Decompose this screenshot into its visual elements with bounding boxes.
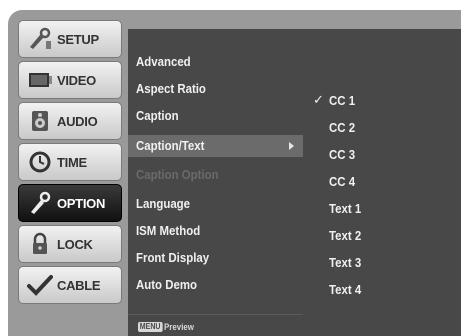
submenu-item-cc2[interactable]: CC 2 [329,120,355,135]
menu-divider [128,314,303,315]
submenu-item-text4[interactable]: Text 4 [329,282,361,297]
tab-setup-label: SETUP [57,31,99,47]
menu-item-front-display[interactable]: Front Display [136,250,209,265]
tab-audio[interactable]: AUDIO [18,102,122,140]
menu-item-aspect-ratio[interactable]: Aspect Ratio [136,81,206,96]
menu-key-badge: MENU [138,322,163,332]
tv-menu-screen: SETUP VIDEO AUDIO TIME OPTION LOCK CABLE… [8,10,461,336]
menu-item-caption[interactable]: Caption [136,108,179,123]
submenu-item-text1[interactable]: Text 1 [329,201,361,216]
menu-item-language[interactable]: Language [136,196,190,211]
preview-label: Preview [164,322,194,332]
submenu-item-text2[interactable]: Text 2 [329,228,361,243]
lock-icon [23,229,57,259]
tab-cable-label: CABLE [57,277,101,293]
tab-audio-label: AUDIO [57,113,98,129]
cable-icon [23,270,57,300]
audio-icon [23,106,57,136]
submenu-item-cc1[interactable]: CC 1 [329,93,355,108]
video-icon [23,65,57,95]
tab-option-label: OPTION [57,195,106,211]
tab-option[interactable]: OPTION [18,184,122,222]
submenu-item-text3[interactable]: Text 3 [329,255,361,270]
caption-text-submenu: ✓ CC 1 CC 2 CC 3 CC 4 Text 1 Text 2 Text… [303,29,461,336]
menu-item-ism-method[interactable]: ISM Method [136,223,200,238]
tab-lock[interactable]: LOCK [18,225,122,263]
category-tabs: SETUP VIDEO AUDIO TIME OPTION LOCK CABLE [18,20,122,307]
setup-icon [23,24,57,54]
menu-item-caption-text[interactable]: Caption/Text [136,138,204,153]
tab-lock-label: LOCK [57,236,93,252]
tab-cable[interactable]: CABLE [18,266,122,304]
menu-item-advanced[interactable]: Advanced [136,54,191,69]
tab-video[interactable]: VIDEO [18,61,122,99]
menu-item-caption-option: Caption Option [136,167,219,182]
tab-time[interactable]: TIME [18,143,122,181]
tab-time-label: TIME [57,154,87,170]
checkmark-icon: ✓ [313,93,324,108]
menu-item-auto-demo[interactable]: Auto Demo [136,277,197,292]
clock-icon [23,147,57,177]
tab-video-label: VIDEO [57,72,96,88]
submenu-item-cc4[interactable]: CC 4 [329,174,355,189]
submenu-arrow-icon [289,142,294,150]
tab-setup[interactable]: SETUP [18,20,122,58]
submenu-item-cc3[interactable]: CC 3 [329,147,355,162]
preview-hint: MENU Preview [138,322,194,332]
option-menu-panel: Advanced Aspect Ratio Caption Caption/Te… [128,29,303,336]
option-icon [23,188,57,218]
